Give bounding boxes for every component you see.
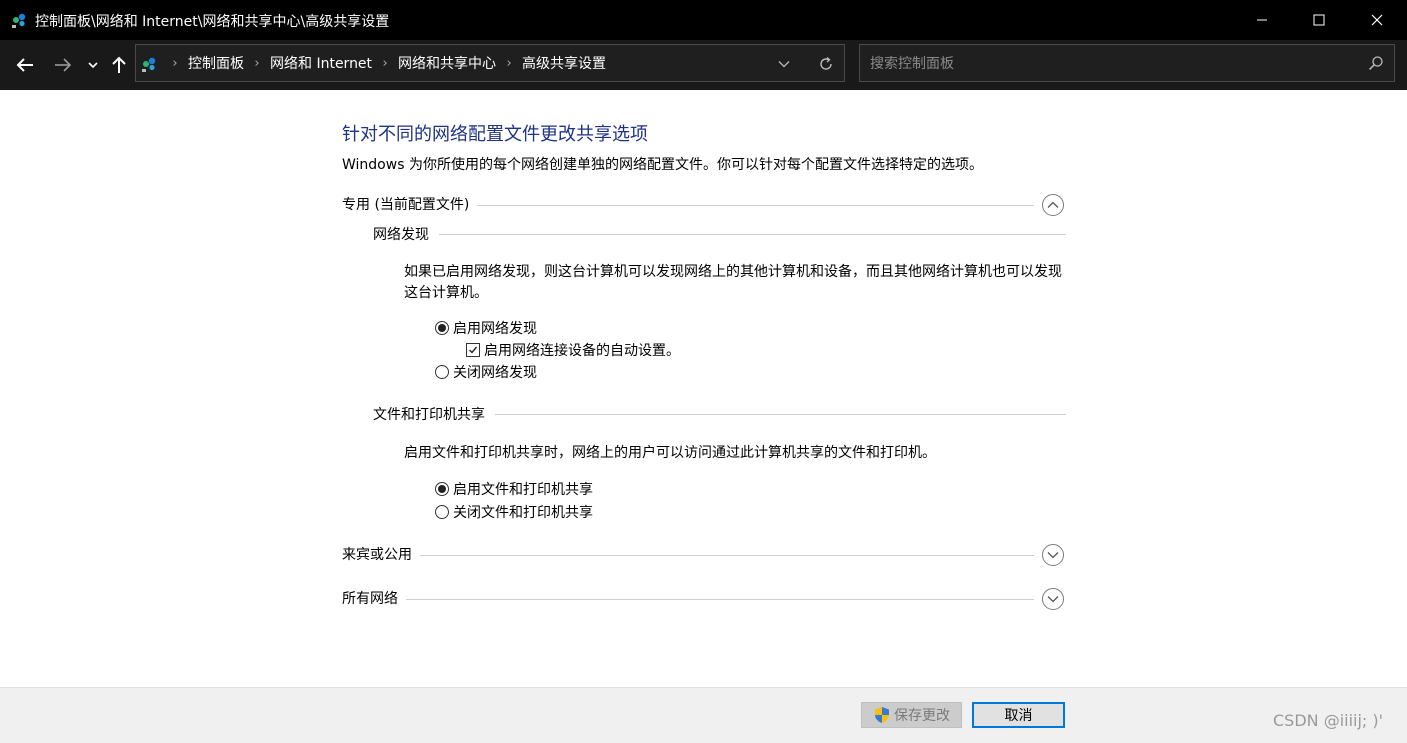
- address-dropdown-button[interactable]: [774, 55, 794, 73]
- watermark-text: CSDN @iiiij; )': [1273, 711, 1384, 730]
- footer-bar: 保存更改 取消 CSDN @iiiij; )': [0, 687, 1407, 743]
- title-bar: 控制面板\网络和 Internet\网络和共享中心\高级共享设置: [0, 0, 1407, 40]
- forward-button[interactable]: [50, 52, 76, 78]
- expand-button-all-networks[interactable]: [1042, 588, 1064, 610]
- radio-button[interactable]: [435, 365, 449, 379]
- radio-disable-network-discovery[interactable]: 关闭网络发现: [435, 362, 537, 382]
- refresh-icon: [820, 56, 832, 70]
- maximize-icon: [1313, 14, 1325, 26]
- search-box[interactable]: [859, 44, 1395, 82]
- main-content: 针对不同的网络配置文件更改共享选项 Windows 为你所使用的每个网络创建单独…: [0, 90, 1407, 687]
- profile-label-private[interactable]: 专用 (当前配置文件): [342, 194, 478, 214]
- chevron-up-icon: [1047, 201, 1059, 208]
- cancel-button[interactable]: 取消: [972, 702, 1065, 728]
- search-input[interactable]: [868, 53, 1352, 75]
- back-button[interactable]: [12, 52, 38, 78]
- radio-enable-file-sharing[interactable]: 启用文件和打印机共享: [435, 479, 593, 499]
- chevron-down-icon: [1047, 596, 1059, 603]
- file-printer-sharing-description: 启用文件和打印机共享时，网络上的用户可以访问通过此计算机共享的文件和打印机。: [404, 445, 936, 461]
- breadcrumb-advanced-sharing[interactable]: 高级共享设置: [522, 53, 606, 73]
- file-printer-sharing-title: 文件和打印机共享: [373, 404, 495, 424]
- radio-button[interactable]: [435, 482, 449, 496]
- save-changes-button[interactable]: 保存更改: [861, 702, 962, 728]
- profile-label-guest-public[interactable]: 来宾或公用: [342, 544, 420, 564]
- close-icon: [1371, 14, 1383, 26]
- profile-label-all-networks[interactable]: 所有网络: [342, 588, 406, 608]
- breadcrumb: › 控制面板 › 网络和 Internet › 网络和共享中心 › 高级共享设置: [162, 45, 606, 81]
- option-label: 启用网络发现: [453, 321, 537, 337]
- network-discovery-title: 网络发现: [373, 224, 439, 244]
- page-title: 针对不同的网络配置文件更改共享选项: [342, 124, 648, 145]
- breadcrumb-control-panel[interactable]: 控制面板: [188, 53, 244, 73]
- checkmark-icon: [469, 346, 478, 354]
- checkbox[interactable]: [466, 343, 480, 357]
- profile-section-all-networks[interactable]: 所有网络: [342, 586, 1066, 610]
- file-printer-sharing-header: 文件和打印机共享: [373, 404, 1066, 424]
- profile-section-guest-public[interactable]: 来宾或公用: [342, 542, 1066, 566]
- navigation-bar: › 控制面板 › 网络和 Internet › 网络和共享中心 › 高级共享设置: [0, 40, 1407, 90]
- search-icon[interactable]: [1368, 55, 1384, 71]
- radio-disable-file-sharing[interactable]: 关闭文件和打印机共享: [435, 502, 593, 522]
- profile-section-private[interactable]: 专用 (当前配置文件): [342, 192, 1066, 216]
- close-button[interactable]: [1348, 0, 1406, 40]
- expand-button-guest-public[interactable]: [1042, 544, 1064, 566]
- up-button[interactable]: [108, 52, 130, 78]
- checkbox-auto-setup[interactable]: 启用网络连接设备的自动设置。: [466, 340, 680, 360]
- maximize-button[interactable]: [1290, 0, 1348, 40]
- chevron-down-icon: [1047, 552, 1059, 559]
- arrow-left-icon: [16, 58, 33, 72]
- network-discovery-header: 网络发现: [373, 224, 1066, 244]
- network-globe-icon: [12, 13, 26, 28]
- arrow-right-icon: [55, 58, 72, 72]
- minimize-button[interactable]: [1233, 0, 1291, 40]
- option-label: 关闭文件和打印机共享: [453, 505, 593, 521]
- refresh-button[interactable]: [816, 54, 836, 74]
- window-title: 控制面板\网络和 Internet\网络和共享中心\高级共享设置: [35, 14, 390, 30]
- chevron-down-icon: [778, 61, 790, 68]
- chevron-down-icon: [88, 62, 98, 69]
- option-label: 启用网络连接设备的自动设置。: [484, 343, 680, 359]
- recent-locations-button[interactable]: [84, 52, 102, 78]
- save-button-label: 保存更改: [894, 708, 950, 724]
- network-discovery-description: 如果已启用网络发现，则这台计算机可以发现网络上的其他计算机和设备，而且其他网络计…: [404, 264, 1062, 301]
- collapse-button-private[interactable]: [1042, 194, 1064, 216]
- radio-enable-network-discovery[interactable]: 启用网络发现: [435, 318, 537, 338]
- chevron-right-icon[interactable]: ›: [244, 56, 270, 71]
- chevron-right-icon[interactable]: ›: [372, 56, 398, 71]
- minimize-icon: [1257, 19, 1267, 21]
- option-label: 启用文件和打印机共享: [453, 482, 593, 498]
- network-globe-icon: [142, 57, 156, 72]
- chevron-right-icon: ›: [172, 55, 178, 71]
- uac-shield-icon: [875, 707, 889, 723]
- option-label: 关闭网络发现: [453, 365, 537, 381]
- breadcrumb-network-internet[interactable]: 网络和 Internet: [270, 53, 372, 73]
- cancel-button-label: 取消: [1004, 708, 1033, 724]
- chevron-right-icon[interactable]: ›: [496, 56, 522, 71]
- address-bar[interactable]: › 控制面板 › 网络和 Internet › 网络和共享中心 › 高级共享设置: [135, 44, 845, 82]
- breadcrumb-network-sharing-center[interactable]: 网络和共享中心: [398, 53, 496, 73]
- radio-button[interactable]: [435, 321, 449, 335]
- arrow-up-icon: [112, 56, 126, 73]
- page-description: Windows 为你所使用的每个网络创建单独的网络配置文件。你可以针对每个配置文…: [342, 157, 983, 173]
- radio-button[interactable]: [435, 505, 449, 519]
